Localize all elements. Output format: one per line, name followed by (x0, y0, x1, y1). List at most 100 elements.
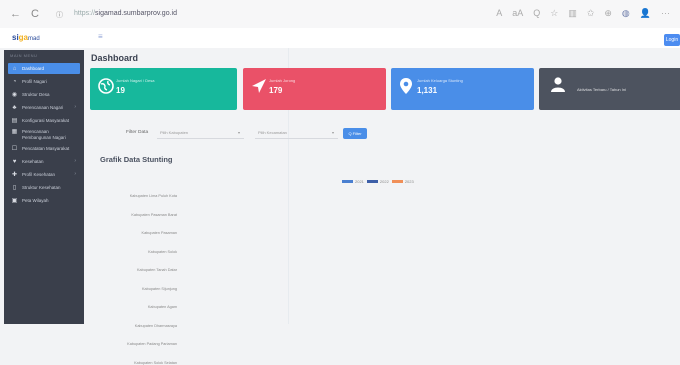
reload-button[interactable]: C (31, 8, 39, 20)
chevron-down-icon: ▾ (237, 130, 240, 135)
sidebar-item-struktur-desa[interactable]: ◉ Struktur Desa (8, 89, 80, 100)
sidebar-heading: MAIN MENU (10, 53, 38, 58)
legend-label: 2021 (355, 179, 364, 184)
sidebar-item-label: Struktur Kesehatan (22, 185, 61, 190)
legend-swatch (391, 180, 403, 183)
sidebar-item-profil-kesehatan[interactable]: ✚ Profil Kesehatan › (8, 169, 80, 180)
legend-label: 2023 (404, 179, 414, 184)
circle-icon: ◉ (11, 92, 18, 98)
text-size-icon[interactable]: aA (512, 8, 523, 19)
sidebar-item-label: Profil Nagari (22, 79, 47, 84)
split-screen-icon[interactable]: ▥ (568, 8, 577, 19)
stat-card-jorong[interactable]: Jumlah Jorong 179 (243, 68, 386, 110)
browser-actions: A aA Q ☆ ▥ ✩ ⊕ ◍ 👤 ··· (496, 8, 670, 19)
category-label: Kabupaten Padang Pariaman (127, 342, 177, 346)
select-value: Pilih Kecamatan (258, 130, 287, 135)
legend-swatch (366, 180, 378, 183)
sidebar-item-label: Perencanaan Nagari (22, 105, 64, 110)
collections-icon[interactable]: ⊕ (604, 8, 612, 19)
sidebar-item-konfigurasi[interactable]: ▤ Konfigurasi Masyarakat (8, 115, 80, 126)
list-icon: ▤ (11, 118, 18, 124)
chart-legend: 2021 2022 2023 (342, 179, 414, 184)
category-label: Kabupaten Lima Puluh Kota (129, 194, 177, 198)
category-label: Kabupaten Solok (148, 249, 177, 254)
read-aloud-icon[interactable]: A (496, 8, 502, 19)
map-icon: ▣ (11, 198, 18, 204)
sidebar-item-label: Konfigurasi Masyarakat (22, 118, 70, 123)
heart-icon: ♥ (12, 159, 17, 165)
profile-icon[interactable]: 👤 (640, 8, 651, 19)
sidebar-item-label: Perencanaan Pembangunan Nagari (22, 129, 66, 140)
sidebar-item-pembangunan[interactable]: ▦ Perencanaan Pembangunan Nagari (8, 128, 80, 142)
legend-item-2021[interactable]: 2021 (342, 179, 364, 184)
select-value: Pilih Kabupaten (160, 130, 189, 135)
kecamatan-select[interactable]: Pilih Kecamatan ▾ (255, 127, 338, 139)
sidebar-item-perencanaan-nagari[interactable]: ♣ Perencanaan Nagari › (8, 102, 80, 113)
filter-label: Filter Data (126, 130, 149, 135)
menu-toggle-icon[interactable]: ≡ (98, 32, 103, 41)
browser-toolbar: ← C ⓘ https://sigamad.sumbarprov.go.id A… (0, 0, 680, 29)
back-button[interactable]: ← (10, 8, 21, 20)
legend-label: 2022 (379, 179, 389, 184)
url-host: sigamad.sumbarprov.go.id (95, 10, 177, 17)
category-label: Kabupaten Pasaman Barat (131, 212, 177, 217)
sidebar-item-label: Struktur Desa (22, 92, 50, 97)
address-bar[interactable]: https://sigamad.sumbarprov.go.id (74, 10, 177, 17)
logo-wordmark: sigamad (12, 33, 40, 42)
home-icon: ⌂ (12, 66, 17, 72)
app-logo[interactable]: sigamad (0, 28, 90, 48)
sidebar-item-dashboard[interactable]: ⌂ Dashboard (8, 63, 80, 74)
map-pin-icon (399, 78, 413, 99)
favorites-icon[interactable]: ✩ (587, 8, 595, 19)
card-value: 179 (269, 86, 283, 95)
document-icon: ▯ (12, 185, 17, 191)
site-info-icon[interactable]: ⓘ (56, 10, 63, 20)
stat-card-stunting[interactable]: Jumlah Keluarga Stunting 1,131 (391, 68, 534, 110)
chevron-right-icon: › (74, 104, 76, 110)
pie-icon: ◔ (12, 79, 17, 85)
chevron-right-icon: › (74, 171, 76, 177)
legend-item-2022[interactable]: 2022 (366, 179, 389, 184)
card-value: 19 (116, 86, 125, 95)
navigation-arrow-icon (251, 78, 267, 99)
category-label: Kabupaten Solok Selatan (134, 360, 177, 365)
filter-button[interactable]: Q Filter (343, 128, 367, 139)
login-button[interactable]: Login (664, 34, 680, 46)
legend-item-2023[interactable]: 2023 (391, 179, 414, 184)
sidebar-item-label: Profil Kesehatan (22, 172, 56, 177)
stat-card-nagari[interactable]: Jumlah Nagari / Desa 19 (90, 68, 237, 110)
card-label: Jumlah Keluarga Stunting (417, 78, 463, 83)
chart-title: Grafik Data Stunting (100, 155, 173, 164)
favorite-star-icon[interactable]: ☆ (550, 8, 558, 19)
sitemap-icon: ♣ (12, 105, 17, 111)
sidebar-item-profil-nagari[interactable]: ◔ Profil Nagari (8, 76, 80, 87)
sidebar: MAIN MENU ⌂ Dashboard ◔ Profil Nagari ◉ Str… (4, 50, 84, 324)
category-label: Kabupaten Agam (147, 305, 177, 309)
chevron-down-icon: ▾ (331, 130, 334, 135)
sidebar-item-label: Dashboard (22, 66, 45, 71)
medical-icon: ✚ (11, 172, 18, 178)
sidebar-item-kesehatan[interactable]: ♥ Kesehatan › (8, 156, 80, 167)
grid-icon: ▦ (11, 129, 18, 135)
category-label: Kabupaten Pasaman (141, 231, 177, 235)
main-content: Dashboard Jumlah Nagari / Desa 19 Jumlah… (84, 48, 680, 365)
card-value: 1,131 (417, 86, 438, 95)
more-menu-icon[interactable]: ··· (661, 8, 670, 19)
sidebar-item-struktur-kesehatan[interactable]: ▯ Struktur Kesehatan (8, 182, 80, 193)
category-label: Kabupaten Tanah Datar (136, 268, 177, 272)
app-topbar: ≡ Login (90, 28, 680, 48)
sidebar-item-peta-wilayah[interactable]: ▣ Peta Wilayah (8, 195, 80, 206)
zoom-icon[interactable]: Q (533, 8, 540, 19)
sidebar-item-label: Peta Wilayah (22, 198, 49, 203)
kabupaten-select[interactable]: Pilih Kabupaten ▾ (157, 127, 244, 139)
stat-card-activity[interactable]: Aktivitas Terbaru / Tahun Ini (539, 68, 680, 110)
globe-icon (98, 78, 114, 99)
sidebar-item-label: Pencatatan Masyarakat (22, 146, 70, 151)
page-title: Dashboard (91, 53, 139, 63)
url-prefix: https:// (74, 10, 96, 17)
extension-icon[interactable]: ◍ (622, 8, 630, 19)
sidebar-item-label: Kesehatan (22, 159, 44, 164)
checkbox-icon: ☐ (11, 146, 18, 152)
chevron-right-icon: › (74, 158, 76, 164)
sidebar-item-pencatatan[interactable]: ☐ Pencatatan Masyarakat (8, 143, 80, 154)
